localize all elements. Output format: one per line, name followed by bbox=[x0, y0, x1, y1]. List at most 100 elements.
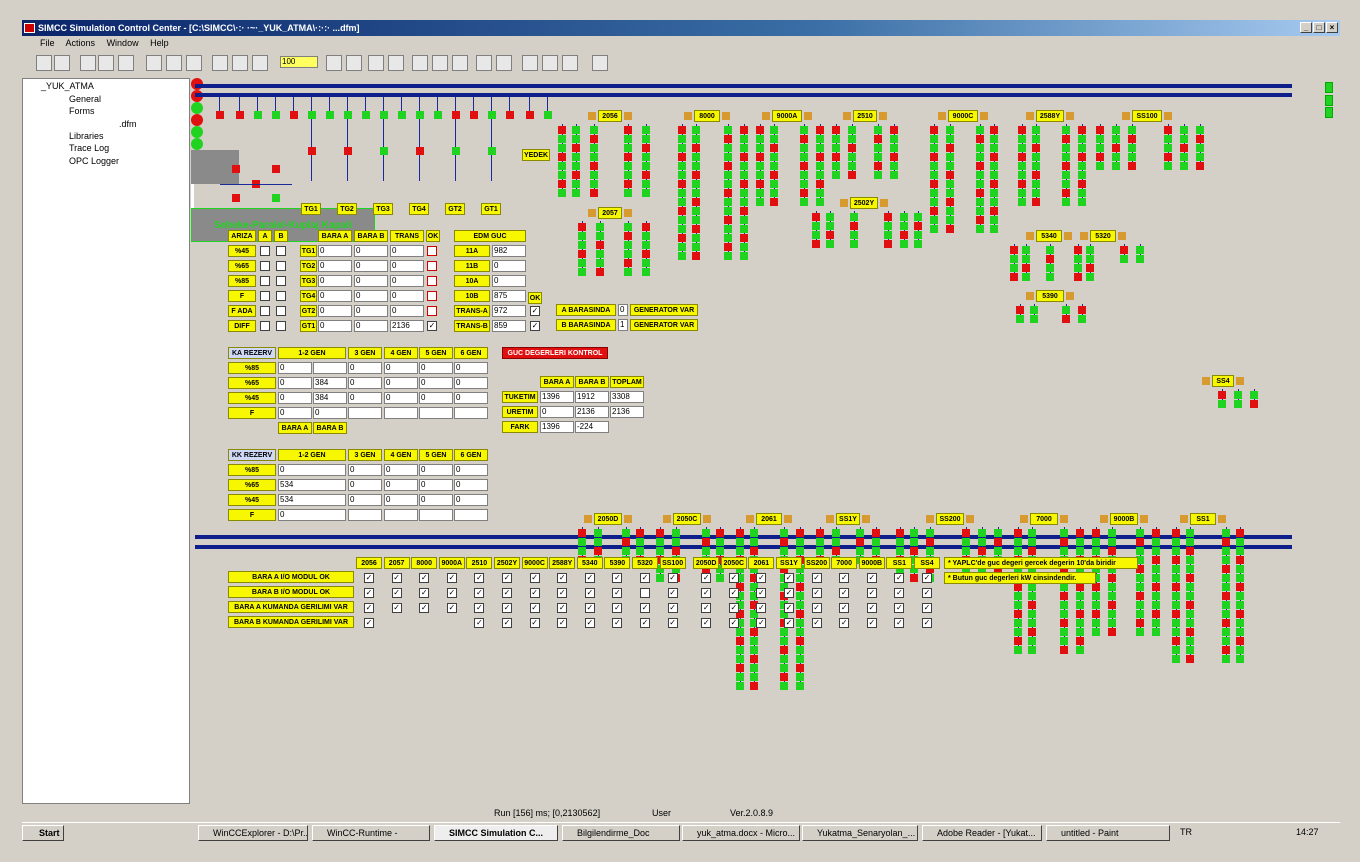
sub-breaker[interactable] bbox=[1028, 619, 1036, 627]
sub-breaker[interactable] bbox=[678, 225, 686, 233]
io-checkbox[interactable]: ✓ bbox=[866, 573, 877, 583]
sub-breaker[interactable] bbox=[1222, 547, 1230, 555]
sub-breaker[interactable] bbox=[1018, 180, 1026, 188]
sub-incomer[interactable] bbox=[1236, 377, 1244, 385]
sub-breaker[interactable] bbox=[578, 547, 586, 555]
feeder-breaker[interactable] bbox=[416, 111, 424, 119]
sub-breaker[interactable] bbox=[1236, 529, 1244, 537]
io-checkbox[interactable]: ✓ bbox=[612, 618, 623, 628]
sub-breaker[interactable] bbox=[890, 153, 898, 161]
taskbar-button[interactable]: Bilgilendirme_Doc bbox=[562, 825, 680, 841]
sub-incomer[interactable] bbox=[784, 515, 792, 523]
sub-breaker[interactable] bbox=[578, 241, 586, 249]
io-checkbox[interactable]: ✓ bbox=[839, 573, 850, 583]
sub-breaker[interactable] bbox=[1172, 628, 1180, 636]
sub-breaker[interactable] bbox=[890, 162, 898, 170]
io-checkbox[interactable]: ✓ bbox=[894, 588, 905, 598]
io-checkbox[interactable]: ✓ bbox=[701, 573, 712, 583]
start-button[interactable]: Start bbox=[22, 825, 64, 841]
sub-breaker[interactable] bbox=[962, 547, 970, 555]
sub-breaker[interactable] bbox=[1078, 162, 1086, 170]
gen-breaker[interactable] bbox=[452, 147, 460, 155]
sub-breaker[interactable] bbox=[1028, 583, 1036, 591]
sub-breaker[interactable] bbox=[740, 198, 748, 206]
sub-breaker[interactable] bbox=[740, 252, 748, 260]
sub-breaker[interactable] bbox=[1152, 583, 1160, 591]
sub-breaker[interactable] bbox=[594, 538, 602, 546]
sub-breaker[interactable] bbox=[1164, 144, 1172, 152]
sub-breaker[interactable] bbox=[590, 189, 598, 197]
sub-breaker[interactable] bbox=[826, 222, 834, 230]
taskbar-button[interactable]: WinCC-Runtime - bbox=[312, 825, 430, 841]
sub-breaker[interactable] bbox=[1112, 153, 1120, 161]
ariza-a-checkbox[interactable] bbox=[260, 276, 270, 286]
sub-breaker[interactable] bbox=[1108, 619, 1116, 627]
sub-breaker[interactable] bbox=[1014, 592, 1022, 600]
io-checkbox[interactable]: ✓ bbox=[364, 588, 374, 598]
sub-breaker[interactable] bbox=[622, 529, 630, 537]
sub-breaker[interactable] bbox=[872, 538, 880, 546]
sub-breaker[interactable] bbox=[624, 180, 632, 188]
sub-breaker[interactable] bbox=[1172, 646, 1180, 654]
io-checkbox[interactable]: ✓ bbox=[584, 588, 595, 598]
sub-breaker[interactable] bbox=[622, 538, 630, 546]
ariza-a-checkbox[interactable] bbox=[260, 261, 270, 271]
sub-incomer[interactable] bbox=[1100, 515, 1108, 523]
io-checkbox[interactable]: ✓ bbox=[811, 573, 822, 583]
sub-breaker[interactable] bbox=[796, 682, 804, 690]
sub-breaker[interactable] bbox=[596, 223, 604, 231]
sub-breaker[interactable] bbox=[1112, 144, 1120, 152]
sub-breaker[interactable] bbox=[1108, 628, 1116, 636]
sub-breaker[interactable] bbox=[850, 222, 858, 230]
toolbar-button[interactable] bbox=[186, 55, 202, 71]
sub-breaker[interactable] bbox=[740, 207, 748, 215]
sub-breaker[interactable] bbox=[946, 135, 954, 143]
sub-breaker[interactable] bbox=[558, 135, 566, 143]
sub-breaker[interactable] bbox=[642, 135, 650, 143]
sub-breaker[interactable] bbox=[796, 592, 804, 600]
io-checkbox[interactable]: ✓ bbox=[474, 588, 485, 598]
io-checkbox[interactable]: ✓ bbox=[811, 588, 822, 598]
io-checkbox[interactable]: ✓ bbox=[364, 573, 374, 583]
io-checkbox[interactable]: ✓ bbox=[701, 618, 712, 628]
sub-breaker[interactable] bbox=[1136, 246, 1144, 254]
io-checkbox[interactable]: ✓ bbox=[701, 603, 712, 613]
sub-breaker[interactable] bbox=[756, 198, 764, 206]
sub-breaker[interactable] bbox=[692, 243, 700, 251]
sub-breaker[interactable] bbox=[1152, 565, 1160, 573]
sub-breaker[interactable] bbox=[1078, 189, 1086, 197]
sub-breaker[interactable] bbox=[1250, 400, 1258, 408]
sub-breaker[interactable] bbox=[724, 171, 732, 179]
sub-breaker[interactable] bbox=[832, 547, 840, 555]
sub-breaker[interactable] bbox=[930, 144, 938, 152]
sub-breaker[interactable] bbox=[624, 144, 632, 152]
sub-breaker[interactable] bbox=[1078, 315, 1086, 323]
sub-breaker[interactable] bbox=[1222, 529, 1230, 537]
sub-breaker[interactable] bbox=[1172, 529, 1180, 537]
generator-icon[interactable] bbox=[191, 126, 203, 138]
sub-breaker[interactable] bbox=[578, 223, 586, 231]
sub-breaker[interactable] bbox=[1014, 538, 1022, 546]
sub-breaker[interactable] bbox=[624, 259, 632, 267]
sub-breaker[interactable] bbox=[850, 240, 858, 248]
io-checkbox[interactable]: ✓ bbox=[839, 603, 850, 613]
toolbar-button[interactable] bbox=[452, 55, 468, 71]
sub-breaker[interactable] bbox=[1032, 135, 1040, 143]
sub-breaker[interactable] bbox=[832, 135, 840, 143]
sub-breaker[interactable] bbox=[594, 547, 602, 555]
sub-breaker[interactable] bbox=[642, 153, 650, 161]
sub-breaker[interactable] bbox=[976, 207, 984, 215]
sub-breaker[interactable] bbox=[572, 135, 580, 143]
sub-breaker[interactable] bbox=[1060, 529, 1068, 537]
sub-incomer[interactable] bbox=[588, 209, 596, 217]
sub-breaker[interactable] bbox=[832, 529, 840, 537]
sub-breaker[interactable] bbox=[930, 225, 938, 233]
sub-breaker[interactable] bbox=[1078, 180, 1086, 188]
toolbar-button[interactable] bbox=[496, 55, 512, 71]
sub-breaker[interactable] bbox=[692, 180, 700, 188]
sub-breaker[interactable] bbox=[1062, 126, 1070, 134]
sub-breaker[interactable] bbox=[736, 673, 744, 681]
sub-breaker[interactable] bbox=[724, 207, 732, 215]
toolbar-button[interactable] bbox=[522, 55, 538, 71]
sub-breaker[interactable] bbox=[796, 664, 804, 672]
